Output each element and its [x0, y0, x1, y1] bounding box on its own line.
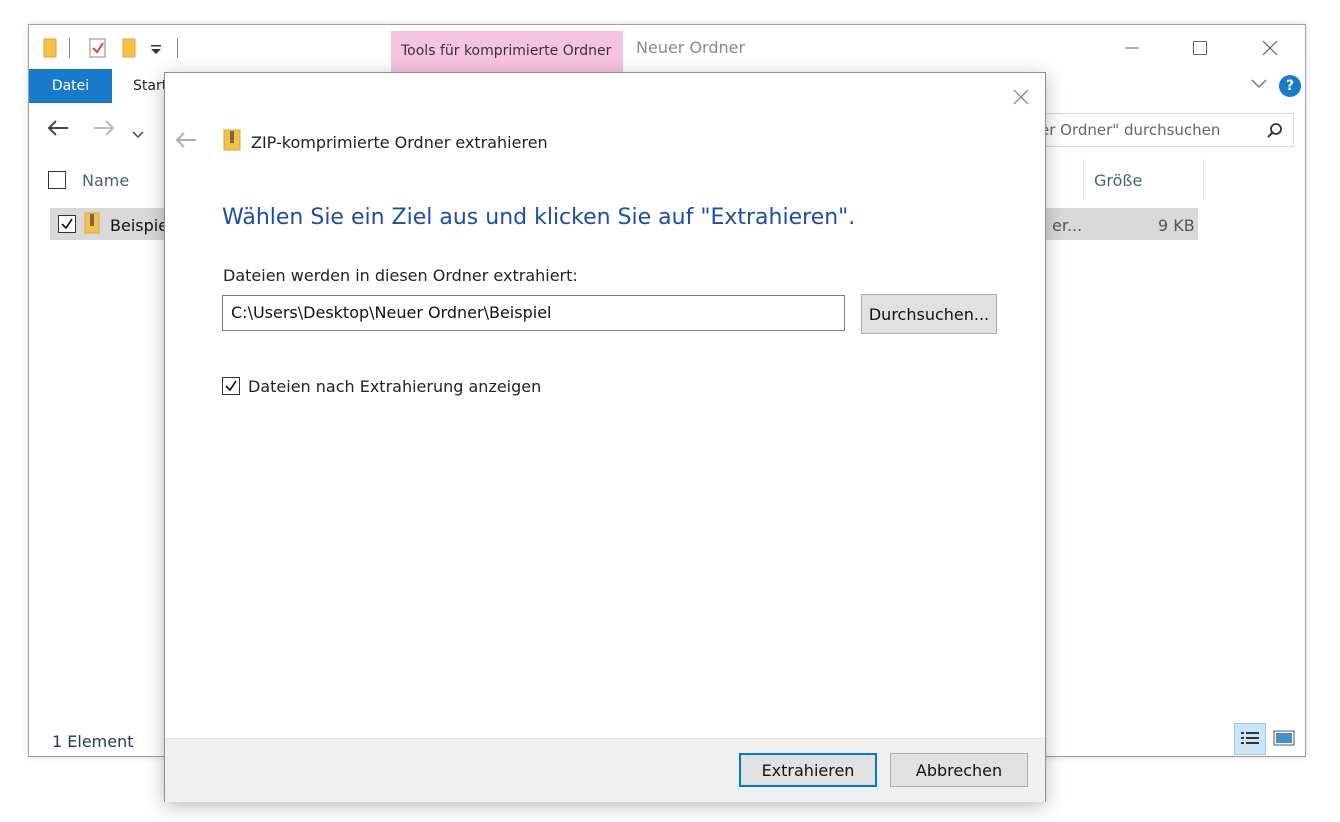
column-size[interactable]: Größe	[1094, 171, 1142, 190]
window-title: Neuer Ordner	[636, 38, 746, 57]
destination-path-field[interactable]: C:\Users\Desktop\Neuer Ordner\Beispiel	[222, 295, 845, 331]
toolbar-separator	[177, 38, 178, 58]
recent-locations-icon[interactable]	[132, 124, 144, 143]
maximize-icon	[1193, 41, 1207, 55]
details-view-icon	[1241, 732, 1259, 744]
dialog-close-button[interactable]	[1007, 83, 1035, 111]
cancel-button[interactable]: Abbrechen	[890, 753, 1028, 787]
column-divider	[1203, 159, 1204, 199]
folder-icon	[43, 38, 57, 62]
minimize-button[interactable]	[1109, 33, 1155, 63]
zip-folder-icon	[84, 212, 100, 238]
back-arrow-icon	[175, 132, 196, 148]
customize-toolbar-icon[interactable]	[150, 41, 162, 60]
column-name[interactable]: Name	[82, 171, 129, 190]
dialog-title: ZIP-komprimierte Ordner extrahieren	[251, 133, 548, 152]
search-box[interactable]: er Ordner" durchsuchen	[1039, 113, 1294, 147]
file-type: er...	[1052, 216, 1083, 235]
context-tab-label: Tools für komprimierte Ordner	[401, 43, 612, 59]
show-files-checkbox[interactable]	[222, 377, 240, 395]
close-icon	[1013, 89, 1029, 105]
toolbar-separator	[69, 38, 70, 58]
large-icons-view-button[interactable]	[1269, 723, 1299, 753]
search-input[interactable]: er Ordner" durchsuchen	[1040, 121, 1220, 139]
file-name: Beispie	[110, 216, 169, 235]
checkmark-icon	[225, 380, 237, 392]
file-checkbox[interactable]	[58, 215, 76, 233]
destination-label: Dateien werden in diesen Ordner extrahie…	[223, 266, 578, 285]
close-button[interactable]	[1247, 33, 1293, 63]
tab-start[interactable]: Start	[133, 78, 167, 94]
back-arrow-icon[interactable]	[47, 117, 69, 141]
tab-datei[interactable]: Datei	[29, 69, 112, 103]
large-icons-view-icon	[1273, 730, 1295, 746]
select-all-checkbox[interactable]	[48, 171, 66, 189]
help-button[interactable]: ?	[1279, 75, 1301, 97]
status-item-count: 1 Element	[52, 732, 134, 751]
dialog-back-button[interactable]	[175, 129, 197, 154]
dialog-heading: Wählen Sie ein Ziel aus und klicken Sie …	[222, 205, 856, 230]
file-size: 9 KB	[1158, 216, 1195, 235]
zip-folder-icon	[223, 129, 241, 155]
column-divider	[1083, 159, 1084, 199]
properties-icon[interactable]	[89, 37, 107, 63]
extract-button[interactable]: Extrahieren	[739, 753, 877, 787]
compressed-folder-tools-tab[interactable]: Tools für komprimierte Ordner	[391, 31, 623, 72]
new-folder-icon[interactable]	[122, 38, 136, 62]
forward-arrow-icon[interactable]	[93, 117, 115, 141]
browse-button[interactable]: Durchsuchen...	[861, 294, 997, 334]
minimize-icon	[1125, 47, 1139, 49]
close-icon	[1262, 40, 1278, 56]
details-view-button[interactable]	[1234, 723, 1266, 755]
extract-dialog: ZIP-komprimierte Ordner extrahieren Wähl…	[164, 72, 1046, 802]
show-files-label[interactable]: Dateien nach Extrahierung anzeigen	[248, 377, 541, 396]
search-icon	[1267, 123, 1282, 138]
ribbon-expand-icon[interactable]	[1251, 77, 1267, 93]
maximize-button[interactable]	[1177, 33, 1223, 63]
